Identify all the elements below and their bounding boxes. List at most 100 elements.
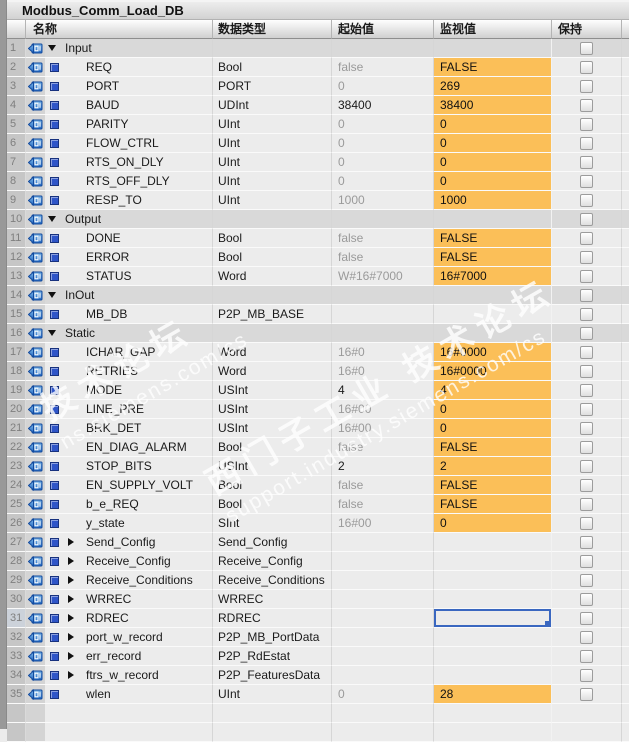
triangle-down-icon[interactable] bbox=[48, 216, 56, 222]
data-type-cell[interactable]: UInt bbox=[213, 153, 332, 172]
monitor-value-cell[interactable]: 16#0000 bbox=[434, 343, 552, 362]
data-type-cell[interactable] bbox=[213, 39, 332, 58]
name-cell[interactable]: STOP_BITS bbox=[45, 457, 213, 476]
row-number-cell[interactable]: 21 bbox=[7, 419, 26, 438]
data-type-cell[interactable]: RDREC bbox=[213, 609, 332, 628]
row-number-cell[interactable]: 1 bbox=[7, 39, 26, 58]
start-value-cell[interactable] bbox=[332, 210, 434, 229]
retain-checkbox[interactable] bbox=[580, 592, 593, 606]
retain-checkbox[interactable] bbox=[580, 250, 593, 264]
monitor-value-cell[interactable]: 0 bbox=[434, 153, 552, 172]
data-type-cell[interactable]: USInt bbox=[213, 381, 332, 400]
row-number-cell[interactable]: 27 bbox=[7, 533, 26, 552]
row-number-cell[interactable]: 17 bbox=[7, 343, 26, 362]
name-cell[interactable]: Receive_Conditions bbox=[45, 571, 213, 590]
monitor-value-cell[interactable] bbox=[434, 590, 552, 609]
monitor-value-cell[interactable]: 2 bbox=[434, 457, 552, 476]
retain-checkbox[interactable] bbox=[580, 364, 593, 378]
row-number-cell[interactable]: 31 bbox=[7, 609, 26, 628]
retain-checkbox[interactable] bbox=[580, 497, 593, 511]
name-cell[interactable]: REQ bbox=[45, 58, 213, 77]
name-cell[interactable]: FLOW_CTRL bbox=[45, 134, 213, 153]
name-cell[interactable]: EN_SUPPLY_VOLT bbox=[45, 476, 213, 495]
name-cell[interactable]: RDREC bbox=[45, 609, 213, 628]
monitor-value-cell[interactable] bbox=[434, 723, 552, 742]
retain-checkbox[interactable] bbox=[580, 630, 593, 644]
triangle-right-icon[interactable] bbox=[68, 557, 74, 565]
data-type-cell[interactable] bbox=[213, 704, 332, 723]
name-cell[interactable]: ftrs_w_record bbox=[45, 666, 213, 685]
row-number-cell[interactable]: 4 bbox=[7, 96, 26, 115]
start-value-cell[interactable] bbox=[332, 305, 434, 324]
start-value-cell[interactable]: 16#0 bbox=[332, 362, 434, 381]
start-value-cell[interactable]: 16#00 bbox=[332, 419, 434, 438]
monitor-value-cell[interactable] bbox=[434, 704, 552, 723]
data-type-cell[interactable]: UInt bbox=[213, 115, 332, 134]
retain-checkbox[interactable] bbox=[580, 649, 593, 663]
triangle-down-icon[interactable] bbox=[48, 330, 56, 336]
name-cell[interactable]: RETRIES bbox=[45, 362, 213, 381]
monitor-value-cell[interactable]: 0 bbox=[434, 514, 552, 533]
start-value-cell[interactable] bbox=[332, 571, 434, 590]
data-type-cell[interactable]: Receive_Config bbox=[213, 552, 332, 571]
row-number-cell[interactable]: 8 bbox=[7, 172, 26, 191]
name-cell[interactable]: MODE bbox=[45, 381, 213, 400]
column-header-data-type[interactable]: 数据类型 bbox=[213, 20, 332, 39]
name-cell[interactable]: RESP_TO bbox=[45, 191, 213, 210]
data-type-cell[interactable]: Receive_Conditions bbox=[213, 571, 332, 590]
triangle-down-icon[interactable] bbox=[48, 292, 56, 298]
row-number-cell[interactable]: 32 bbox=[7, 628, 26, 647]
retain-checkbox[interactable] bbox=[580, 345, 593, 359]
data-type-cell[interactable]: P2P_RdEstat bbox=[213, 647, 332, 666]
name-cell[interactable]: Send_Config bbox=[45, 533, 213, 552]
data-type-cell[interactable]: UInt bbox=[213, 191, 332, 210]
row-number-cell[interactable]: 16 bbox=[7, 324, 26, 343]
monitor-value-cell[interactable]: 1000 bbox=[434, 191, 552, 210]
name-cell[interactable] bbox=[45, 704, 213, 723]
monitor-value-cell[interactable]: 0 bbox=[434, 172, 552, 191]
retain-checkbox[interactable] bbox=[580, 288, 593, 302]
start-value-cell[interactable] bbox=[332, 324, 434, 343]
data-type-cell[interactable]: Word bbox=[213, 362, 332, 381]
row-number-cell[interactable]: 12 bbox=[7, 248, 26, 267]
row-number-cell[interactable]: 34 bbox=[7, 666, 26, 685]
column-header-monitor-value[interactable]: 监视值 bbox=[434, 20, 552, 39]
retain-checkbox[interactable] bbox=[580, 478, 593, 492]
name-cell[interactable]: RTS_OFF_DLY bbox=[45, 172, 213, 191]
row-number-cell[interactable]: 19 bbox=[7, 381, 26, 400]
start-value-cell[interactable]: 0 bbox=[332, 685, 434, 704]
data-type-cell[interactable]: Bool bbox=[213, 248, 332, 267]
data-type-cell[interactable] bbox=[213, 723, 332, 742]
name-cell[interactable]: Receive_Config bbox=[45, 552, 213, 571]
start-value-cell[interactable]: false bbox=[332, 476, 434, 495]
name-cell[interactable]: ERROR bbox=[45, 248, 213, 267]
retain-checkbox[interactable] bbox=[580, 554, 593, 568]
row-number-cell[interactable]: 6 bbox=[7, 134, 26, 153]
row-number-cell[interactable]: 20 bbox=[7, 400, 26, 419]
monitor-value-cell[interactable]: 0 bbox=[434, 419, 552, 438]
row-number-cell[interactable]: 24 bbox=[7, 476, 26, 495]
data-type-cell[interactable] bbox=[213, 286, 332, 305]
start-value-cell[interactable]: 16#0 bbox=[332, 343, 434, 362]
name-cell[interactable]: WRREC bbox=[45, 590, 213, 609]
data-type-cell[interactable]: UInt bbox=[213, 134, 332, 153]
monitor-value-cell[interactable]: 38400 bbox=[434, 96, 552, 115]
start-value-cell[interactable]: 1000 bbox=[332, 191, 434, 210]
data-type-cell[interactable]: Bool bbox=[213, 495, 332, 514]
data-type-cell[interactable]: Bool bbox=[213, 229, 332, 248]
start-value-cell[interactable] bbox=[332, 552, 434, 571]
start-value-cell[interactable] bbox=[332, 628, 434, 647]
row-number-cell[interactable]: 25 bbox=[7, 495, 26, 514]
row-number-cell[interactable]: 10 bbox=[7, 210, 26, 229]
monitor-value-cell[interactable] bbox=[434, 39, 552, 58]
row-number-cell[interactable]: 26 bbox=[7, 514, 26, 533]
monitor-value-cell[interactable] bbox=[434, 666, 552, 685]
monitor-value-cell[interactable]: 16#0000 bbox=[434, 362, 552, 381]
name-cell[interactable]: Input bbox=[45, 39, 213, 58]
name-cell[interactable]: EN_DIAG_ALARM bbox=[45, 438, 213, 457]
data-type-cell[interactable]: USInt bbox=[213, 457, 332, 476]
retain-checkbox[interactable] bbox=[580, 117, 593, 131]
data-type-cell[interactable]: UDInt bbox=[213, 96, 332, 115]
retain-checkbox[interactable] bbox=[580, 383, 593, 397]
retain-checkbox[interactable] bbox=[580, 41, 593, 55]
